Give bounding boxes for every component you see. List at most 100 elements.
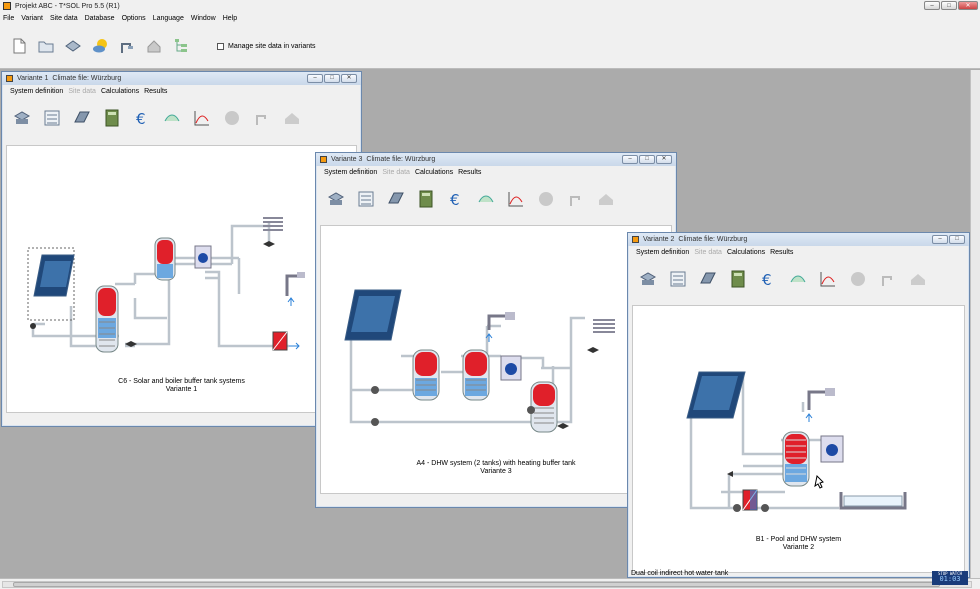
scrollbar-thumb[interactable]: [13, 582, 940, 587]
buffer-tank: [95, 285, 119, 353]
variant-logo-icon: [320, 156, 327, 163]
calculator-icon[interactable]: [728, 269, 748, 289]
variant-3-title: Variante 3: [331, 156, 363, 163]
variant-logo-icon: [632, 236, 639, 243]
variant-3-minimize-button[interactable]: –: [622, 155, 638, 164]
variant-3-restore-button[interactable]: □: [639, 155, 655, 164]
checkbox-label: Manage site data in variants: [228, 42, 316, 50]
chart-icon[interactable]: [192, 108, 212, 128]
variant-3-title-bar: Variante 3 Climate file: Würzburg – □ ✕: [316, 153, 676, 166]
menu-results[interactable]: Results: [144, 88, 167, 95]
system-icon[interactable]: [638, 269, 658, 289]
weather-icon[interactable]: [91, 37, 109, 55]
menu-help[interactable]: Help: [223, 15, 237, 22]
close-button[interactable]: ✕: [958, 1, 978, 10]
variant-1-menu: System definition Site data Calculations…: [2, 85, 361, 97]
variant-1-close-button[interactable]: ✕: [341, 74, 357, 83]
euro-icon[interactable]: €: [758, 269, 778, 289]
variant-1-caption: C6 - Solar and boiler buffer tank system…: [7, 378, 356, 394]
manage-site-data-checkbox[interactable]: Manage site data in variants: [217, 42, 316, 50]
variant-window-2: Variante 2 Climate file: Würzburg – □ Sy…: [627, 232, 970, 578]
variant-2-system-diagram: [686, 371, 907, 512]
report-icon[interactable]: [788, 269, 808, 289]
chart-icon[interactable]: [506, 189, 526, 209]
svg-text:€: €: [450, 191, 460, 209]
heat-exchanger: [272, 331, 288, 351]
menu-options[interactable]: Options: [122, 15, 146, 22]
variant-window-1: Variante 1 Climate file: Würzburg – □ ✕ …: [1, 71, 362, 427]
menu-file[interactable]: File: [3, 15, 14, 22]
variant-2-name: Variante 2: [782, 544, 815, 551]
calculator-icon[interactable]: [416, 189, 436, 209]
menu-calculations[interactable]: Calculations: [415, 169, 453, 176]
variant-1-title: Variante 1: [17, 75, 49, 82]
menu-calculations[interactable]: Calculations: [727, 249, 765, 256]
status-description: Dual coil indirect hot water tank: [631, 570, 729, 577]
variant-3-caption: A4 - DHW system (2 tanks) with heating b…: [321, 460, 671, 476]
menu-language[interactable]: Language: [153, 15, 184, 22]
menu-variant[interactable]: Variant: [21, 15, 43, 22]
house-icon[interactable]: [145, 37, 163, 55]
components-icon[interactable]: [668, 269, 688, 289]
dhw-tank-2: [462, 349, 490, 401]
menu-system-definition[interactable]: System definition: [324, 169, 377, 176]
checkbox-box[interactable]: [217, 42, 224, 50]
shower-icon[interactable]: [118, 37, 136, 55]
collector-icon[interactable]: [72, 108, 92, 128]
euro-icon[interactable]: €: [132, 108, 152, 128]
menu-calculations[interactable]: Calculations: [101, 88, 139, 95]
menu-system-definition[interactable]: System definition: [10, 88, 63, 95]
euro-icon[interactable]: €: [446, 189, 466, 209]
components-icon[interactable]: [356, 189, 376, 209]
solar-collector: [344, 289, 402, 341]
system-icon[interactable]: [326, 189, 346, 209]
variant-1-system-diagram: [27, 217, 305, 353]
report-icon[interactable]: [476, 189, 496, 209]
variant-1-name: Variante 1: [165, 386, 198, 393]
heating-radiator: [263, 217, 283, 231]
system-icon[interactable]: [12, 108, 32, 128]
heating-buffer-tank: [530, 381, 558, 433]
components-icon[interactable]: [42, 108, 62, 128]
vertical-scrollbar[interactable]: [970, 70, 980, 578]
house-icon: [285, 113, 299, 124]
save-icon[interactable]: [64, 37, 82, 55]
heating-radiator: [593, 319, 615, 333]
calculator-icon[interactable]: [102, 108, 122, 128]
menu-system-definition[interactable]: System definition: [636, 249, 689, 256]
svg-text:€: €: [136, 110, 146, 128]
minimize-button[interactable]: –: [924, 1, 940, 10]
dhw-tank-1: [412, 349, 440, 401]
tree-icon[interactable]: [172, 37, 190, 55]
variant-2-restore-button[interactable]: □: [949, 235, 965, 244]
dhw-tank: [782, 431, 810, 487]
menu-results[interactable]: Results: [458, 169, 481, 176]
chart-icon[interactable]: [818, 269, 838, 289]
menu-site-data[interactable]: Site data: [50, 15, 78, 22]
variant-2-minimize-button[interactable]: –: [932, 235, 948, 244]
pool: [839, 492, 907, 510]
weather-icon: [539, 192, 553, 206]
collector-icon[interactable]: [386, 189, 406, 209]
horizontal-scrollbar[interactable]: [2, 581, 972, 588]
menu-results[interactable]: Results: [770, 249, 793, 256]
restore-button[interactable]: □: [941, 1, 957, 10]
svg-text:€: €: [762, 271, 772, 289]
variant-3-climate: Climate file: Würzburg: [366, 156, 436, 163]
variant-1-title-bar: Variante 1 Climate file: Würzburg – □ ✕: [2, 72, 361, 85]
variant-2-caption: B1 - Pool and DHW system Variante 2: [633, 536, 964, 552]
open-folder-icon[interactable]: [37, 37, 55, 55]
report-icon[interactable]: [162, 108, 182, 128]
variant-1-minimize-button[interactable]: –: [307, 74, 323, 83]
variant-1-diagram-canvas: C6 - Solar and boiler buffer tank system…: [6, 145, 357, 413]
shower-outlet: [487, 312, 515, 330]
weather-icon: [225, 111, 239, 125]
variant-logo-icon: [6, 75, 13, 82]
new-document-icon[interactable]: [10, 37, 28, 55]
menu-window[interactable]: Window: [191, 15, 216, 22]
house-icon: [599, 194, 613, 205]
collector-icon[interactable]: [698, 269, 718, 289]
variant-1-restore-button[interactable]: □: [324, 74, 340, 83]
menu-database[interactable]: Database: [85, 15, 115, 22]
variant-3-close-button[interactable]: ✕: [656, 155, 672, 164]
